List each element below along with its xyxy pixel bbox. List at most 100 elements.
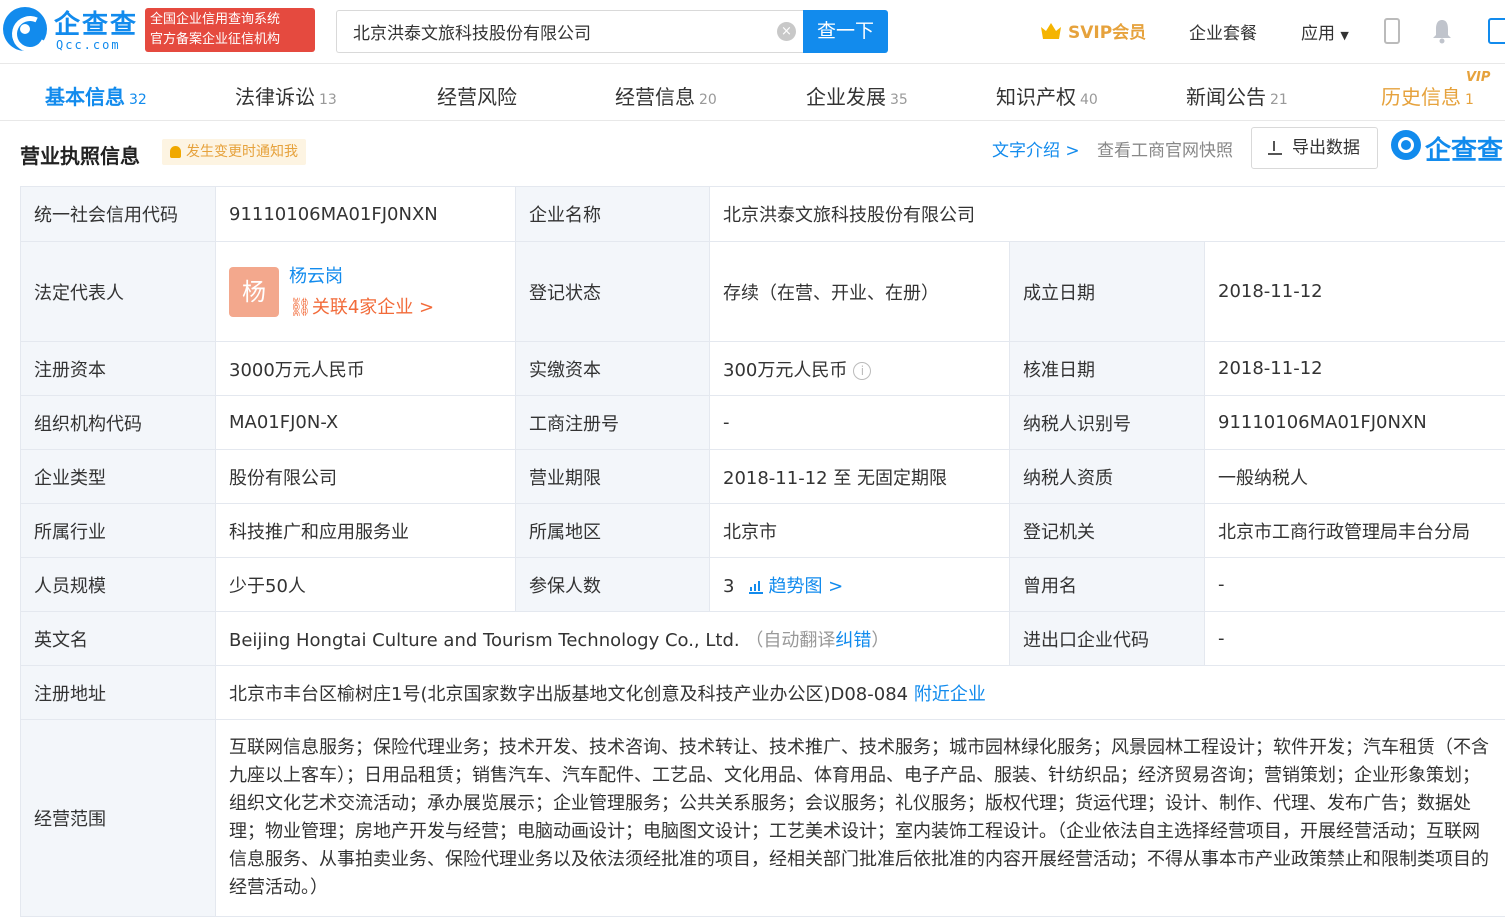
paid-capital: 300万元人民币 — [723, 360, 847, 381]
bell-icon[interactable] — [1432, 18, 1452, 44]
avatar[interactable]: 杨 — [229, 267, 279, 317]
search-input[interactable] — [337, 11, 757, 52]
insured-count: 3 — [723, 576, 734, 597]
cell-label: 英文名 — [21, 612, 216, 666]
found-date: 2018-11-12 — [1205, 242, 1505, 342]
mobile-icon[interactable] — [1384, 18, 1400, 44]
table-row: 组织机构代码 MA01FJ0N-X 工商注册号 - 纳税人识别号 9111010… — [21, 396, 1505, 450]
download-icon — [1268, 141, 1282, 155]
tab-basic-info[interactable]: 基本信息32 — [45, 81, 147, 110]
nav-enterprise-package[interactable]: 企业套餐 — [1189, 19, 1257, 44]
badge-line-1: 全国企业信用查询系统 — [150, 10, 310, 30]
biz-term: 2018-11-12 至 无固定期限 — [710, 450, 1010, 504]
tab-development[interactable]: 企业发展35 — [806, 81, 908, 110]
cell-label: 企业类型 — [21, 450, 216, 504]
export-button[interactable]: 导出数据 — [1251, 127, 1378, 169]
export-label: 导出数据 — [1292, 138, 1360, 158]
cell-label: 注册地址 — [21, 666, 216, 720]
tab-label: 基本信息 — [45, 85, 125, 109]
crown-icon — [1040, 22, 1062, 40]
vip-tag: VIP — [1466, 70, 1490, 85]
logo-subtitle: Qcc.com — [56, 38, 121, 52]
tab-count: 40 — [1080, 92, 1098, 108]
table-row: 注册地址 北京市丰台区榆树庄1号(北京国家数字出版基地文化创意及科技产业办公区)… — [21, 666, 1505, 720]
approve-date: 2018-11-12 — [1205, 342, 1505, 396]
gov-snapshot-link[interactable]: 查看工商官网快照 — [1097, 136, 1233, 161]
trend-chart-icon[interactable] — [748, 578, 764, 594]
cell-label: 进出口企业代码 — [1010, 612, 1205, 666]
cell-label: 工商注册号 — [516, 396, 710, 450]
chevron-down-icon: ▼ — [1340, 29, 1348, 42]
edge-icon[interactable] — [1488, 18, 1505, 44]
cell-label: 营业期限 — [516, 450, 710, 504]
table-row: 人员规模 少于50人 参保人数 3 趋势图 > 曾用名 - — [21, 558, 1505, 612]
correct-link[interactable]: 纠错 — [835, 630, 871, 651]
text-intro-link[interactable]: 文字介绍 > — [992, 136, 1080, 161]
cell-label: 企业名称 — [516, 187, 710, 242]
qcc-logo-icon[interactable] — [3, 7, 47, 51]
notify-button[interactable]: 发生变更时通知我 — [162, 139, 306, 165]
legal-rep-name[interactable]: 杨云岗 — [289, 261, 434, 292]
reg-status: 存续（在营、开业、在册） — [710, 242, 1010, 342]
reg-address: 北京市丰台区榆树庄1号(北京国家数字出版基地文化创意及科技产业办公区)D08-0… — [229, 684, 908, 705]
taxpayer-qual: 一般纳税人 — [1205, 450, 1505, 504]
tab-legal[interactable]: 法律诉讼13 — [235, 81, 337, 110]
table-row: 经营范围 互联网信息服务；保险代理业务；技术开发、技术咨询、技术转让、技术推广、… — [21, 720, 1505, 917]
legal-rep-info: 杨云岗⛓关联4家企业 > — [289, 261, 434, 323]
industry: 科技推广和应用服务业 — [216, 504, 516, 558]
import-export-code: - — [1205, 612, 1505, 666]
cell-label: 曾用名 — [1010, 558, 1205, 612]
nav-apps[interactable]: 应用 ▼ — [1301, 19, 1349, 44]
nav-apps-label: 应用 — [1301, 24, 1335, 44]
svip-link[interactable]: SVIP会员 — [1040, 18, 1146, 43]
business-license-table: 统一社会信用代码 91110106MA01FJ0NXN 企业名称 北京洪泰文旅科… — [20, 186, 1505, 917]
cell-label: 注册资本 — [21, 342, 216, 396]
tab-risk[interactable]: 经营风险 — [437, 81, 521, 110]
tab-count: 21 — [1270, 92, 1288, 108]
cell-label: 实缴资本 — [516, 342, 710, 396]
cell-label: 纳税人资质 — [1010, 450, 1205, 504]
tab-label: 知识产权 — [996, 85, 1076, 109]
tab-label: 法律诉讼 — [235, 85, 315, 109]
company-type: 股份有限公司 — [216, 450, 516, 504]
cell-label: 人员规模 — [21, 558, 216, 612]
tab-history[interactable]: 历史信息1 — [1381, 81, 1474, 110]
cell-label: 法定代表人 — [21, 242, 216, 342]
related-companies-link[interactable]: ⛓关联4家企业 > — [289, 292, 434, 323]
nearby-companies-link[interactable]: 附近企业 — [914, 684, 986, 705]
cell-label: 统一社会信用代码 — [21, 187, 216, 242]
svip-label: SVIP会员 — [1068, 23, 1146, 43]
tab-label: 经营风险 — [437, 85, 517, 109]
staff-size: 少于50人 — [216, 558, 516, 612]
cell-label: 参保人数 — [516, 558, 710, 612]
biz-reg-no: - — [710, 396, 1010, 450]
tab-count: 13 — [319, 92, 337, 108]
tab-count: 20 — [699, 92, 717, 108]
cell-label: 核准日期 — [1010, 342, 1205, 396]
cell-label: 成立日期 — [1010, 242, 1205, 342]
tab-label: 经营信息 — [615, 85, 695, 109]
auto-translate-close: ） — [871, 630, 889, 651]
info-icon[interactable]: i — [853, 362, 871, 380]
table-row: 法定代表人 杨杨云岗⛓关联4家企业 > 登记状态 存续（在营、开业、在册） 成立… — [21, 242, 1505, 342]
watermark-text: 企查查 — [1425, 130, 1503, 167]
english-name-cell: Beijing Hongtai Culture and Tourism Tech… — [216, 612, 1010, 666]
tab-business[interactable]: 经营信息20 — [615, 81, 717, 110]
former-name: - — [1205, 558, 1505, 612]
tab-news[interactable]: 新闻公告21 — [1186, 81, 1288, 110]
tab-label: 企业发展 — [806, 85, 886, 109]
table-row: 注册资本 3000万元人民币 实缴资本 300万元人民币i 核准日期 2018-… — [21, 342, 1505, 396]
tab-ip[interactable]: 知识产权40 — [996, 81, 1098, 110]
badge-line-2: 官方备案企业征信机构 — [150, 30, 310, 50]
official-badge[interactable]: 全国企业信用查询系统 官方备案企业征信机构 — [145, 8, 315, 52]
watermark-logo-icon — [1391, 130, 1421, 160]
cell-label: 组织机构代码 — [21, 396, 216, 450]
top-bar: 企查查 Qcc.com 全国企业信用查询系统 官方备案企业征信机构 × 查一下 … — [0, 0, 1505, 64]
address-cell: 北京市丰台区榆树庄1号(北京国家数字出版基地文化创意及科技产业办公区)D08-0… — [216, 666, 1505, 720]
logo-text[interactable]: 企查查 — [54, 4, 138, 41]
section-title: 营业执照信息 — [20, 140, 140, 169]
trend-link[interactable]: 趋势图 > — [768, 576, 843, 597]
clear-icon[interactable]: × — [777, 22, 796, 41]
insured-cell: 3 趋势图 > — [710, 558, 1010, 612]
search-button[interactable]: 查一下 — [803, 10, 888, 53]
